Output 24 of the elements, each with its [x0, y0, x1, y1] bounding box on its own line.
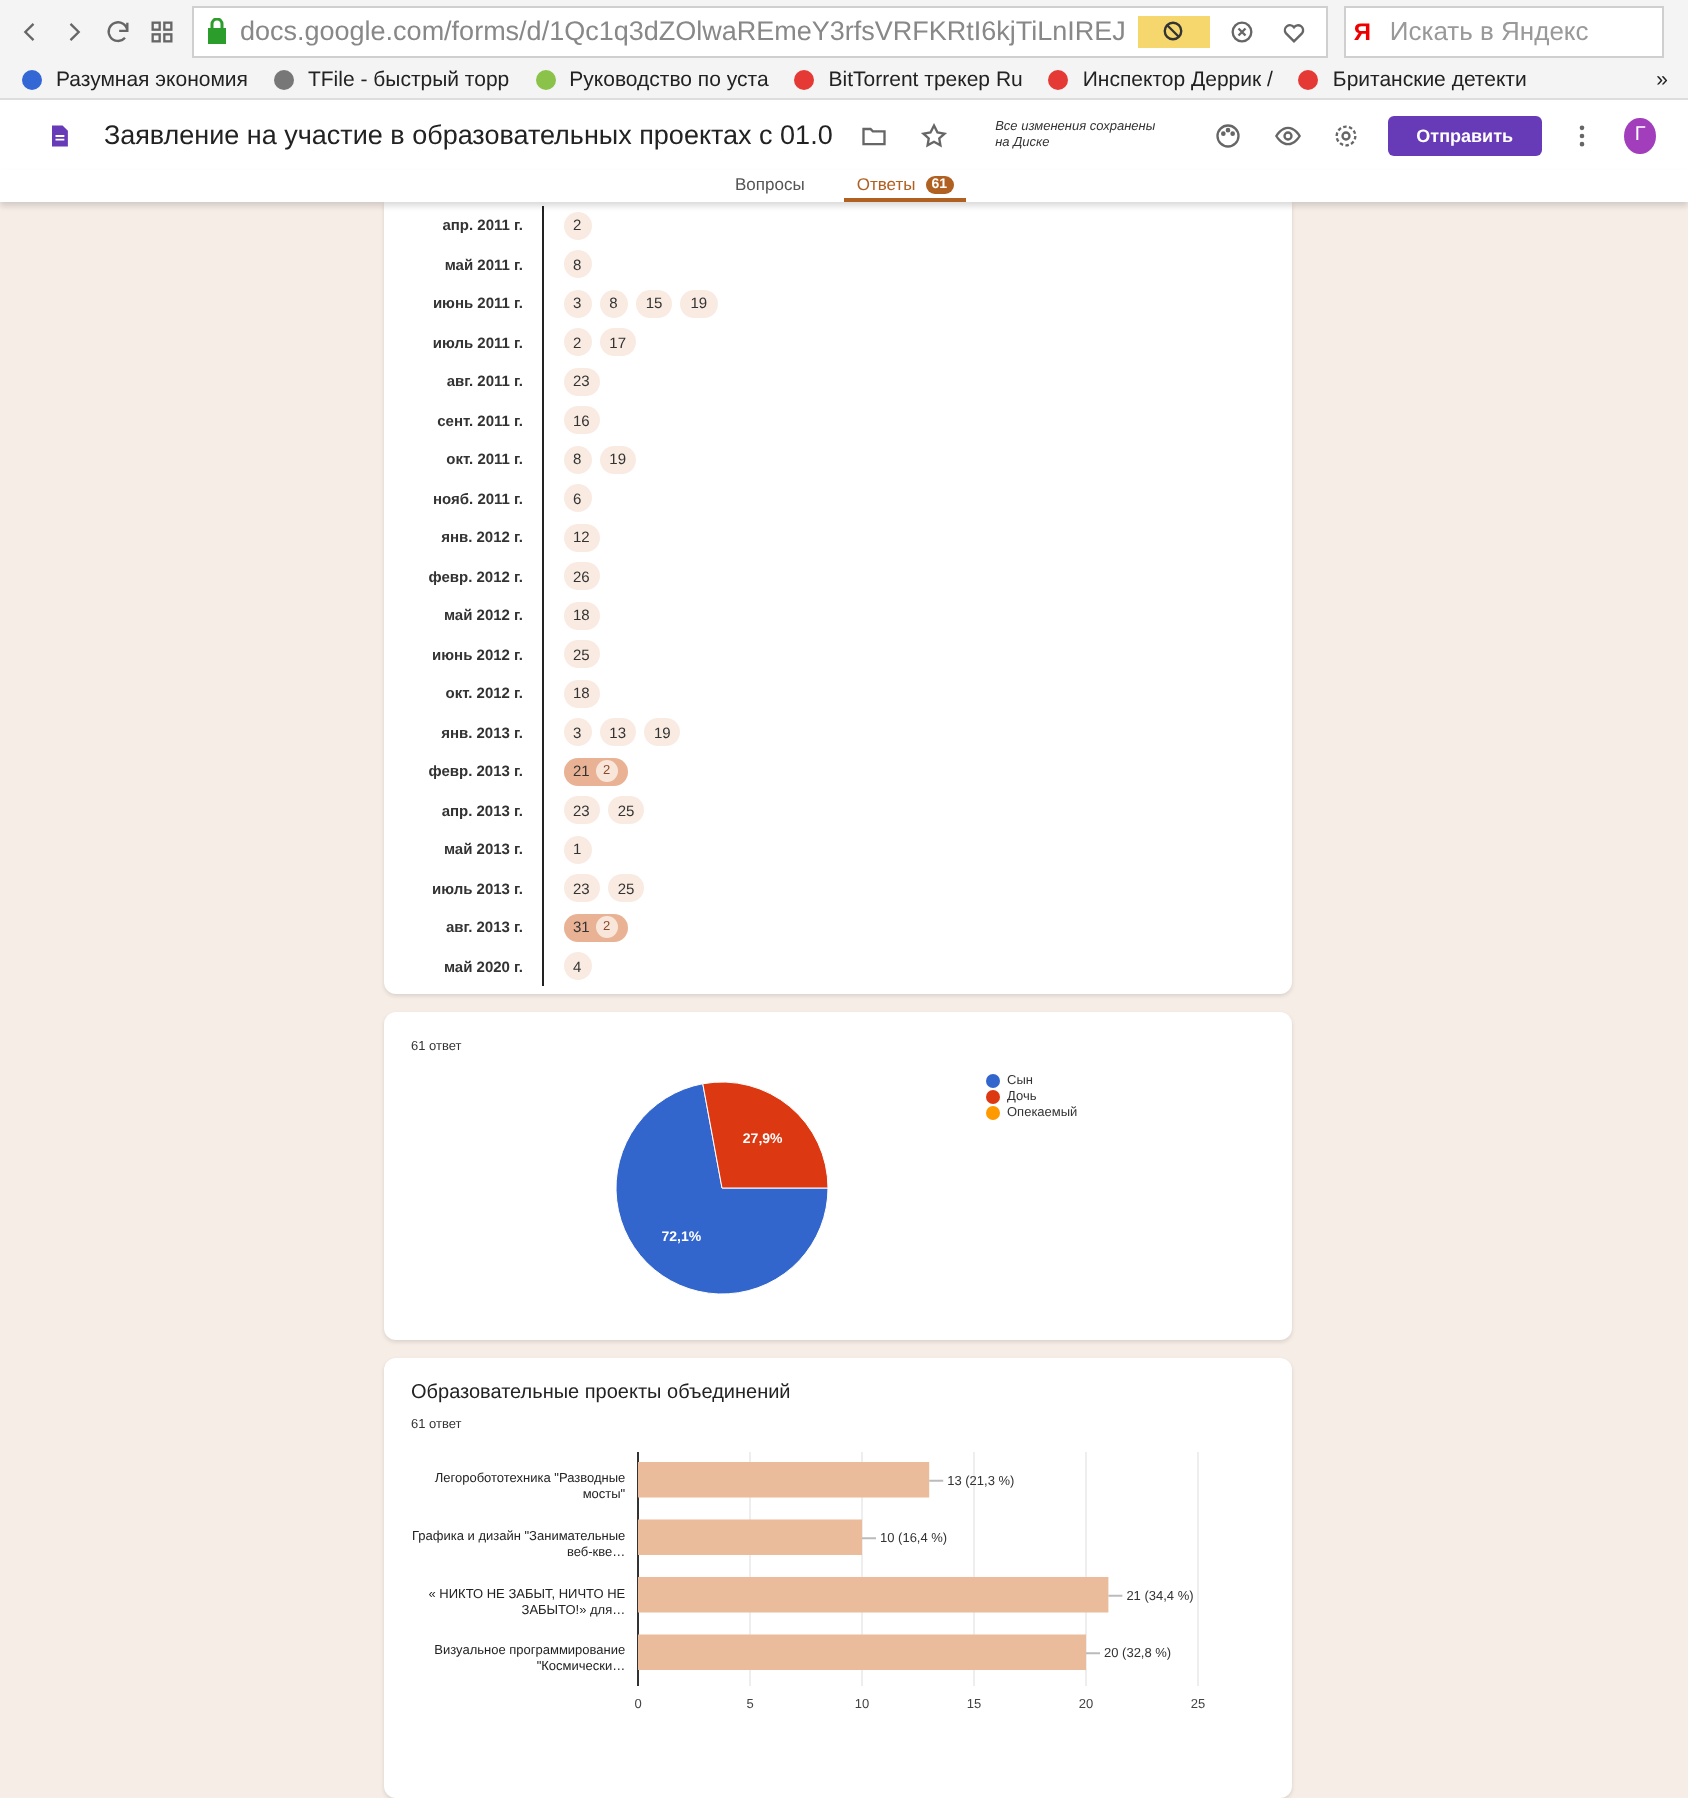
bookmark-link[interactable]: Разумная экономия — [20, 68, 248, 93]
bookmark-link[interactable]: Инспектор Деррик / — [1046, 68, 1273, 93]
avatar[interactable]: Г — [1624, 117, 1657, 154]
bookmark-link[interactable]: BitTorrent трекер Ru — [792, 68, 1023, 93]
url-text: docs.google.com/forms/d/1Qc1q3dZOlwaREmeY3rfsVRFKRtI6kjTiLnIREJ — [240, 16, 1126, 47]
address-bar[interactable]: docs.google.com/forms/d/1Qc1q3dZOlwaREmeY3rfsVRFKRtI6kjTiLnIREJ — [192, 5, 1328, 58]
bookmark-link[interactable]: TFile - быстрый торр — [271, 68, 510, 93]
form-title: Заявление на участие в образовательных проектах с 01.0 — [103, 120, 833, 151]
search-logo: Я — [1353, 17, 1374, 46]
lock-icon — [206, 18, 228, 45]
send-button[interactable]: Отправить — [1388, 115, 1542, 156]
bookmark-favicon-icon — [1046, 68, 1071, 93]
bookmark-favicon-icon — [1296, 68, 1321, 93]
tab[interactable]: Вопросы — [723, 170, 817, 202]
more-bookmarks-link[interactable]: » — [1656, 68, 1668, 93]
bookmark-favicon-icon — [792, 68, 817, 93]
bookmark-link[interactable]: Британские детекти — [1296, 68, 1527, 93]
bookmark-link[interactable]: Руководство по уста — [533, 68, 769, 93]
bookmark-favicon-icon — [20, 68, 44, 93]
bookmark-favicon-icon — [271, 68, 296, 93]
blocked-icon[interactable] — [1137, 15, 1210, 48]
form-document-icon — [52, 123, 68, 148]
card-title: Образовательные проекты объединений — [411, 1382, 793, 1404]
bookmark-favicon-icon — [533, 68, 558, 93]
